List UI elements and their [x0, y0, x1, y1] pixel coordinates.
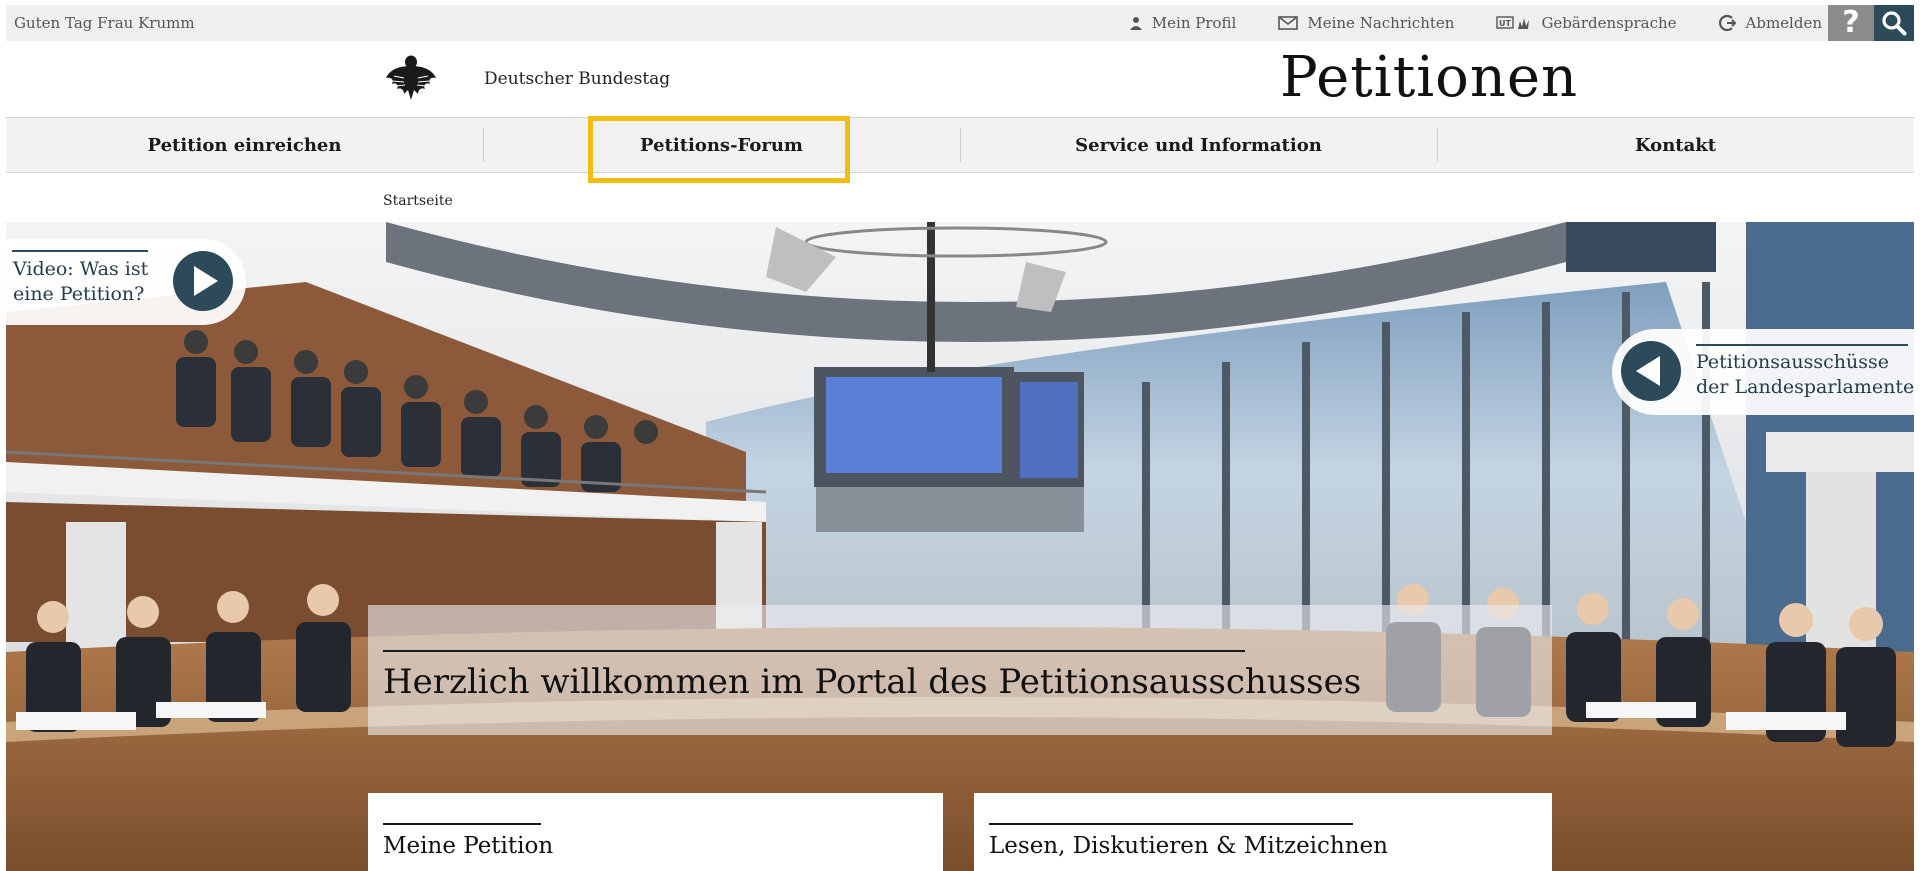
- welcome-panel: Herzlich willkommen im Portal des Petiti…: [368, 605, 1552, 735]
- state-parliament-label-line2: der Landesparlamente: [1696, 376, 1914, 398]
- state-parliament-tab-label: Petitionsausschüsse der Landesparlamente: [1696, 350, 1914, 400]
- state-parliament-tab-rule: [1696, 344, 1908, 346]
- card-rule: [383, 823, 541, 825]
- question-mark-icon: ?: [1842, 5, 1860, 40]
- welcome-heading: Herzlich willkommen im Portal des Petiti…: [383, 662, 1362, 702]
- nav-service-und-information[interactable]: Service und Information: [960, 118, 1437, 172]
- nav-petitions-forum[interactable]: Petitions-Forum: [483, 118, 960, 172]
- video-what-is-petition-tab[interactable]: Video: Was ist eine Petition?: [6, 239, 246, 325]
- svg-text:UT: UT: [1499, 19, 1511, 28]
- utility-bar: Guten Tag Frau Krumm Mein Profil Meine N…: [6, 5, 1914, 41]
- help-button[interactable]: ?: [1828, 5, 1874, 41]
- my-profile-link[interactable]: Mein Profil: [1129, 14, 1237, 32]
- welcome-rule: [383, 650, 1245, 652]
- card-title-meine-petition: Meine Petition: [383, 833, 554, 859]
- utility-links: Mein Profil Meine Nachrichten UT Gebärde…: [1087, 5, 1822, 41]
- nav-kontakt[interactable]: Kontakt: [1437, 118, 1914, 172]
- play-icon: [173, 251, 233, 311]
- org-name[interactable]: Deutscher Bundestag: [484, 69, 670, 89]
- envelope-icon: [1278, 16, 1299, 30]
- card-rule: [989, 823, 1353, 825]
- video-tab-label: Video: Was ist eine Petition?: [13, 258, 149, 305]
- card-title-lesen-diskutieren: Lesen, Diskutieren & Mitzeichnen: [989, 833, 1388, 859]
- card-lesen-diskutieren[interactable]: Lesen, Diskutieren & Mitzeichnen: [974, 793, 1552, 871]
- sign-language-icon: UT: [1496, 16, 1530, 29]
- video-tab-rule: [12, 250, 148, 252]
- my-profile-label: Mein Profil: [1151, 14, 1237, 32]
- state-parliament-committees-tab[interactable]: Petitionsausschüsse der Landesparlamente: [1612, 329, 1914, 415]
- card-meine-petition[interactable]: Meine Petition: [368, 793, 943, 871]
- federal-eagle-logo[interactable]: [384, 54, 438, 100]
- search-button[interactable]: [1874, 5, 1914, 41]
- user-icon: [1129, 17, 1142, 30]
- sign-language-label: Gebärdensprache: [1541, 14, 1677, 32]
- my-messages-link[interactable]: Meine Nachrichten: [1278, 14, 1454, 32]
- sign-language-link[interactable]: UT Gebärdensprache: [1496, 14, 1677, 32]
- search-icon: [1882, 11, 1907, 36]
- breadcrumb[interactable]: Startseite: [383, 193, 453, 209]
- state-parliament-label-line1: Petitionsausschüsse: [1696, 351, 1889, 373]
- arrow-left-icon: [1621, 341, 1681, 401]
- hero-banner: Video: Was ist eine Petition? Petitionsa…: [6, 222, 1914, 871]
- main-navigation: Petition einreichen Petitions-Forum Serv…: [6, 117, 1914, 173]
- hero-photo: [6, 222, 1914, 871]
- logout-icon: [1718, 14, 1736, 32]
- user-greeting: Guten Tag Frau Krumm: [14, 14, 195, 32]
- site-header: Deutscher Bundestag Petitionen: [6, 41, 1914, 117]
- logout-link[interactable]: Abmelden: [1718, 14, 1822, 32]
- nav-petition-einreichen[interactable]: Petition einreichen: [6, 118, 483, 172]
- my-messages-label: Meine Nachrichten: [1307, 14, 1455, 32]
- logout-label: Abmelden: [1745, 14, 1822, 32]
- site-title[interactable]: Petitionen: [1280, 45, 1578, 110]
